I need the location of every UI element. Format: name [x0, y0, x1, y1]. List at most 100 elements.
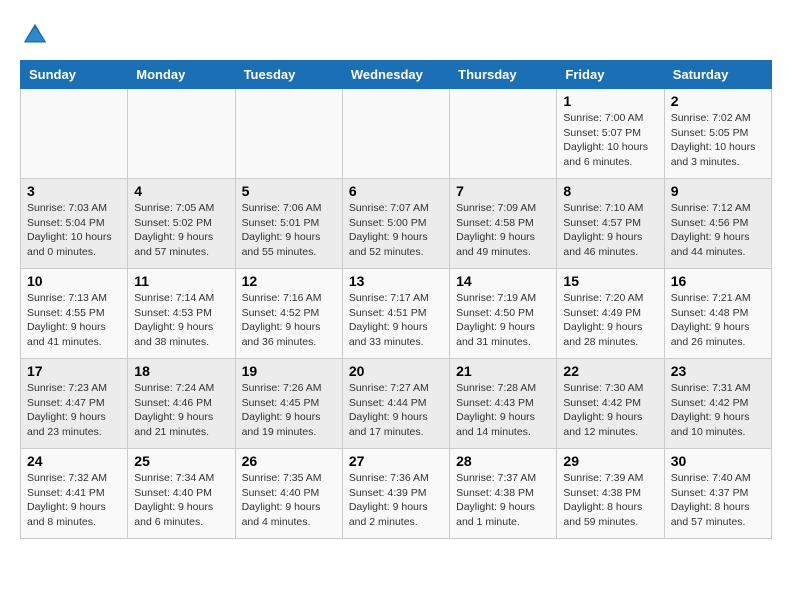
day-number: 20 — [349, 363, 443, 379]
calendar-cell: 27 Sunrise: 7:36 AM Sunset: 4:39 PM Dayli… — [342, 449, 449, 539]
day-number: 29 — [563, 453, 657, 469]
day-info: Sunrise: 7:07 AM Sunset: 5:00 PM Dayligh… — [349, 201, 443, 260]
day-info: Sunrise: 7:28 AM Sunset: 4:43 PM Dayligh… — [456, 381, 550, 440]
day-number: 24 — [27, 453, 121, 469]
day-number: 26 — [242, 453, 336, 469]
column-header-monday: Monday — [128, 61, 235, 89]
day-info: Sunrise: 7:31 AM Sunset: 4:42 PM Dayligh… — [671, 381, 765, 440]
day-number: 27 — [349, 453, 443, 469]
day-info: Sunrise: 7:00 AM Sunset: 5:07 PM Dayligh… — [563, 111, 657, 170]
day-number: 30 — [671, 453, 765, 469]
calendar-cell: 29 Sunrise: 7:39 AM Sunset: 4:38 PM Dayli… — [557, 449, 664, 539]
day-info: Sunrise: 7:17 AM Sunset: 4:51 PM Dayligh… — [349, 291, 443, 350]
day-number: 22 — [563, 363, 657, 379]
day-info: Sunrise: 7:39 AM Sunset: 4:38 PM Dayligh… — [563, 471, 657, 530]
day-info: Sunrise: 7:09 AM Sunset: 4:58 PM Dayligh… — [456, 201, 550, 260]
day-info: Sunrise: 7:10 AM Sunset: 4:57 PM Dayligh… — [563, 201, 657, 260]
day-info: Sunrise: 7:05 AM Sunset: 5:02 PM Dayligh… — [134, 201, 228, 260]
calendar-cell: 8 Sunrise: 7:10 AM Sunset: 4:57 PM Daylig… — [557, 179, 664, 269]
logo — [20, 20, 54, 50]
column-header-friday: Friday — [557, 61, 664, 89]
calendar-cell: 6Sunrise: 7:07 AM Sunset: 5:00 PM Daylig… — [342, 179, 449, 269]
calendar-cell: 10 Sunrise: 7:13 AM Sunset: 4:55 PM Dayli… — [21, 269, 128, 359]
calendar-cell: 9 Sunrise: 7:12 AM Sunset: 4:56 PM Daylig… — [664, 179, 771, 269]
day-number: 8 — [563, 183, 657, 199]
column-header-sunday: Sunday — [21, 61, 128, 89]
day-number: 18 — [134, 363, 228, 379]
calendar-cell: 24 Sunrise: 7:32 AM Sunset: 4:41 PM Dayli… — [21, 449, 128, 539]
page-header — [20, 20, 772, 50]
calendar-cell — [342, 89, 449, 179]
day-info: Sunrise: 7:37 AM Sunset: 4:38 PM Dayligh… — [456, 471, 550, 530]
calendar-cell: 19 Sunrise: 7:26 AM Sunset: 4:45 PM Dayli… — [235, 359, 342, 449]
day-number: 15 — [563, 273, 657, 289]
day-info: Sunrise: 7:02 AM Sunset: 5:05 PM Dayligh… — [671, 111, 765, 170]
week-row-5: 24 Sunrise: 7:32 AM Sunset: 4:41 PM Dayli… — [21, 449, 772, 539]
day-number: 11 — [134, 273, 228, 289]
day-info: Sunrise: 7:32 AM Sunset: 4:41 PM Dayligh… — [27, 471, 121, 530]
day-number: 28 — [456, 453, 550, 469]
calendar-cell: 26 Sunrise: 7:35 AM Sunset: 4:40 PM Dayli… — [235, 449, 342, 539]
day-info: Sunrise: 7:34 AM Sunset: 4:40 PM Dayligh… — [134, 471, 228, 530]
day-number: 14 — [456, 273, 550, 289]
day-number: 19 — [242, 363, 336, 379]
calendar-cell: 17 Sunrise: 7:23 AM Sunset: 4:47 PM Dayli… — [21, 359, 128, 449]
calendar-cell: 4 Sunrise: 7:05 AM Sunset: 5:02 PM Daylig… — [128, 179, 235, 269]
day-info: Sunrise: 7:20 AM Sunset: 4:49 PM Dayligh… — [563, 291, 657, 350]
day-info: Sunrise: 7:21 AM Sunset: 4:48 PM Dayligh… — [671, 291, 765, 350]
week-row-4: 17 Sunrise: 7:23 AM Sunset: 4:47 PM Dayli… — [21, 359, 772, 449]
calendar-cell: 30Sunrise: 7:40 AM Sunset: 4:37 PM Dayli… — [664, 449, 771, 539]
day-info: Sunrise: 7:12 AM Sunset: 4:56 PM Dayligh… — [671, 201, 765, 260]
calendar-cell: 13 Sunrise: 7:17 AM Sunset: 4:51 PM Dayli… — [342, 269, 449, 359]
calendar-cell: 3Sunrise: 7:03 AM Sunset: 5:04 PM Daylig… — [21, 179, 128, 269]
calendar-cell: 16 Sunrise: 7:21 AM Sunset: 4:48 PM Dayli… — [664, 269, 771, 359]
calendar-cell: 7 Sunrise: 7:09 AM Sunset: 4:58 PM Daylig… — [450, 179, 557, 269]
calendar-body: 1 Sunrise: 7:00 AM Sunset: 5:07 PM Daylig… — [21, 89, 772, 539]
day-number: 3 — [27, 183, 121, 199]
header-row: SundayMondayTuesdayWednesdayThursdayFrid… — [21, 61, 772, 89]
day-info: Sunrise: 7:35 AM Sunset: 4:40 PM Dayligh… — [242, 471, 336, 530]
day-number: 16 — [671, 273, 765, 289]
day-info: Sunrise: 7:06 AM Sunset: 5:01 PM Dayligh… — [242, 201, 336, 260]
week-row-3: 10 Sunrise: 7:13 AM Sunset: 4:55 PM Dayli… — [21, 269, 772, 359]
day-info: Sunrise: 7:19 AM Sunset: 4:50 PM Dayligh… — [456, 291, 550, 350]
day-number: 2 — [671, 93, 765, 109]
calendar-cell: 28 Sunrise: 7:37 AM Sunset: 4:38 PM Dayli… — [450, 449, 557, 539]
week-row-2: 3Sunrise: 7:03 AM Sunset: 5:04 PM Daylig… — [21, 179, 772, 269]
day-info: Sunrise: 7:13 AM Sunset: 4:55 PM Dayligh… — [27, 291, 121, 350]
calendar-cell: 14 Sunrise: 7:19 AM Sunset: 4:50 PM Dayli… — [450, 269, 557, 359]
day-number: 25 — [134, 453, 228, 469]
calendar-table: SundayMondayTuesdayWednesdayThursdayFrid… — [20, 60, 772, 539]
day-info: Sunrise: 7:16 AM Sunset: 4:52 PM Dayligh… — [242, 291, 336, 350]
day-number: 10 — [27, 273, 121, 289]
day-number: 21 — [456, 363, 550, 379]
day-number: 7 — [456, 183, 550, 199]
day-info: Sunrise: 7:23 AM Sunset: 4:47 PM Dayligh… — [27, 381, 121, 440]
calendar-cell: 23Sunrise: 7:31 AM Sunset: 4:42 PM Dayli… — [664, 359, 771, 449]
day-number: 9 — [671, 183, 765, 199]
calendar-cell — [128, 89, 235, 179]
logo-icon — [20, 20, 50, 50]
day-number: 4 — [134, 183, 228, 199]
calendar-cell: 20 Sunrise: 7:27 AM Sunset: 4:44 PM Dayli… — [342, 359, 449, 449]
calendar-cell: 11Sunrise: 7:14 AM Sunset: 4:53 PM Dayli… — [128, 269, 235, 359]
calendar-cell — [450, 89, 557, 179]
calendar-cell: 2 Sunrise: 7:02 AM Sunset: 5:05 PM Daylig… — [664, 89, 771, 179]
day-info: Sunrise: 7:24 AM Sunset: 4:46 PM Dayligh… — [134, 381, 228, 440]
calendar-header: SundayMondayTuesdayWednesdayThursdayFrid… — [21, 61, 772, 89]
day-info: Sunrise: 7:27 AM Sunset: 4:44 PM Dayligh… — [349, 381, 443, 440]
column-header-tuesday: Tuesday — [235, 61, 342, 89]
calendar-cell: 22 Sunrise: 7:30 AM Sunset: 4:42 PM Dayli… — [557, 359, 664, 449]
calendar-cell: 25 Sunrise: 7:34 AM Sunset: 4:40 PM Dayli… — [128, 449, 235, 539]
calendar-cell: 18 Sunrise: 7:24 AM Sunset: 4:46 PM Dayli… — [128, 359, 235, 449]
calendar-cell: 5 Sunrise: 7:06 AM Sunset: 5:01 PM Daylig… — [235, 179, 342, 269]
day-number: 1 — [563, 93, 657, 109]
day-info: Sunrise: 7:26 AM Sunset: 4:45 PM Dayligh… — [242, 381, 336, 440]
day-number: 13 — [349, 273, 443, 289]
day-number: 17 — [27, 363, 121, 379]
calendar-cell: 1 Sunrise: 7:00 AM Sunset: 5:07 PM Daylig… — [557, 89, 664, 179]
day-number: 5 — [242, 183, 336, 199]
day-info: Sunrise: 7:30 AM Sunset: 4:42 PM Dayligh… — [563, 381, 657, 440]
week-row-1: 1 Sunrise: 7:00 AM Sunset: 5:07 PM Daylig… — [21, 89, 772, 179]
day-info: Sunrise: 7:36 AM Sunset: 4:39 PM Dayligh… — [349, 471, 443, 530]
